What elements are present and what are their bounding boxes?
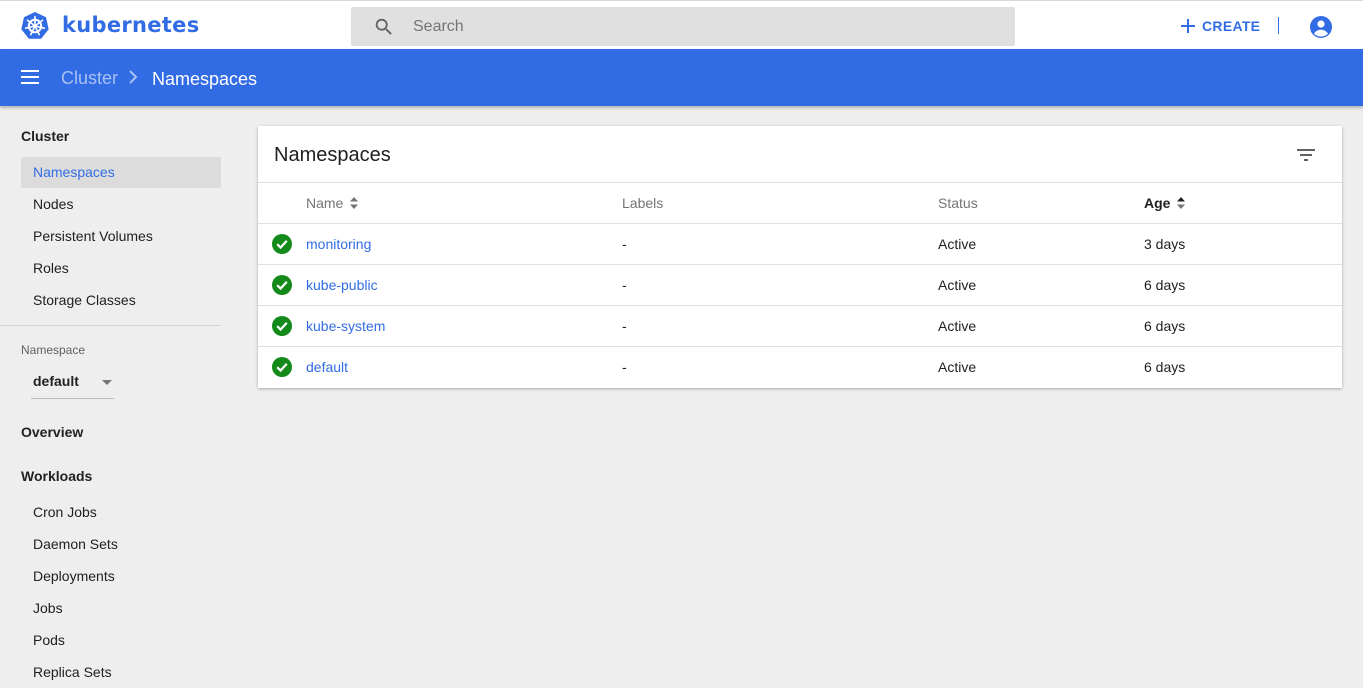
namespace-age: 3 days bbox=[1144, 236, 1186, 252]
plus-icon bbox=[1181, 19, 1195, 33]
namespace-name-link[interactable]: default bbox=[306, 359, 348, 375]
table-row: kube-public - Active 6 days bbox=[258, 265, 1342, 306]
filter-list-icon[interactable] bbox=[1294, 143, 1318, 167]
breadcrumb-cluster-link[interactable]: Cluster bbox=[61, 68, 118, 89]
chevron-right-icon bbox=[129, 70, 138, 84]
table-row: kube-system - Active 6 days bbox=[258, 306, 1342, 347]
namespace-selected-value: default bbox=[33, 373, 79, 389]
top-app-bar: kubernetes CREATE bbox=[0, 0, 1363, 49]
table-row: default - Active 6 days bbox=[258, 347, 1342, 388]
namespace-status: Active bbox=[938, 277, 977, 293]
sort-arrows-icon bbox=[350, 197, 359, 209]
namespaces-card: Namespaces Name Labels Status Age monito… bbox=[258, 126, 1342, 388]
search-icon bbox=[375, 18, 392, 35]
table-row: monitoring - Active 3 days bbox=[258, 224, 1342, 265]
sidebar-heading-cluster[interactable]: Cluster bbox=[21, 128, 69, 144]
namespace-status: Active bbox=[938, 318, 977, 334]
namespace-name-link[interactable]: kube-public bbox=[306, 277, 378, 293]
sidebar-item-deployments[interactable]: Deployments bbox=[21, 561, 221, 592]
namespace-age: 6 days bbox=[1144, 277, 1186, 293]
check-circle-icon bbox=[272, 357, 292, 377]
card-title: Namespaces bbox=[274, 144, 391, 166]
sidebar-item-roles[interactable]: Roles bbox=[21, 253, 221, 284]
namespace-status: Active bbox=[938, 236, 977, 252]
column-header-labels-label: Labels bbox=[622, 195, 664, 211]
create-button-label: CREATE bbox=[1202, 18, 1261, 34]
sidebar-item-jobs[interactable]: Jobs bbox=[21, 593, 221, 624]
sidebar-item-cron-jobs[interactable]: Cron Jobs bbox=[21, 497, 221, 528]
check-circle-icon bbox=[272, 275, 292, 295]
column-header-age-label: Age bbox=[1144, 195, 1171, 211]
namespace-select[interactable]: default bbox=[31, 369, 114, 399]
check-circle-icon bbox=[272, 234, 292, 254]
column-header-age[interactable]: Age bbox=[1144, 195, 1186, 211]
page-title: Namespaces bbox=[152, 69, 258, 89]
namespace-age: 6 days bbox=[1144, 318, 1186, 334]
column-header-status: Status bbox=[938, 195, 978, 211]
sidebar-item-replica-sets[interactable]: Replica Sets bbox=[21, 657, 221, 688]
sidebar-item-namespaces[interactable]: Namespaces bbox=[21, 157, 221, 188]
namespace-labels: - bbox=[622, 277, 627, 293]
sort-arrows-icon bbox=[1177, 197, 1186, 209]
namespace-labels: - bbox=[622, 318, 627, 334]
namespace-label: Namespace bbox=[21, 343, 86, 357]
sidebar-nav: Cluster Namespaces Nodes Persistent Volu… bbox=[0, 106, 230, 680]
hamburger-menu-icon[interactable] bbox=[20, 66, 42, 88]
namespace-labels: - bbox=[622, 359, 627, 375]
namespace-name-link[interactable]: monitoring bbox=[306, 236, 371, 252]
app-title[interactable]: kubernetes bbox=[62, 13, 200, 37]
breadcrumb-bar: Cluster Namespaces bbox=[0, 49, 1363, 106]
sidebar-item-pods[interactable]: Pods bbox=[21, 625, 221, 656]
check-circle-icon bbox=[272, 316, 292, 336]
sidebar-item-daemon-sets[interactable]: Daemon Sets bbox=[21, 529, 221, 560]
namespace-age: 6 days bbox=[1144, 359, 1186, 375]
create-button[interactable]: CREATE bbox=[1180, 15, 1260, 37]
sidebar-heading-workloads[interactable]: Workloads bbox=[21, 468, 92, 484]
header-divider bbox=[1278, 17, 1279, 34]
sidebar-divider bbox=[0, 325, 221, 326]
namespace-status: Active bbox=[938, 359, 977, 375]
column-header-name[interactable]: Name bbox=[306, 195, 359, 211]
search-input[interactable] bbox=[413, 7, 993, 46]
sidebar-item-storage-classes[interactable]: Storage Classes bbox=[21, 285, 221, 316]
caret-down-icon bbox=[102, 380, 112, 385]
column-header-labels: Labels bbox=[622, 195, 663, 211]
namespace-labels: - bbox=[622, 236, 627, 252]
search-bar bbox=[351, 7, 1015, 46]
sidebar-item-nodes[interactable]: Nodes bbox=[21, 189, 221, 220]
namespace-name-link[interactable]: kube-system bbox=[306, 318, 385, 334]
column-header-name-label: Name bbox=[306, 195, 344, 211]
account-circle-icon[interactable] bbox=[1309, 15, 1333, 39]
kubernetes-logo-icon[interactable] bbox=[20, 11, 50, 41]
card-header-divider bbox=[258, 182, 1342, 183]
sidebar-heading-overview[interactable]: Overview bbox=[21, 424, 83, 440]
column-header-status-label: Status bbox=[938, 195, 978, 211]
sidebar-item-persistent-volumes[interactable]: Persistent Volumes bbox=[21, 221, 221, 252]
